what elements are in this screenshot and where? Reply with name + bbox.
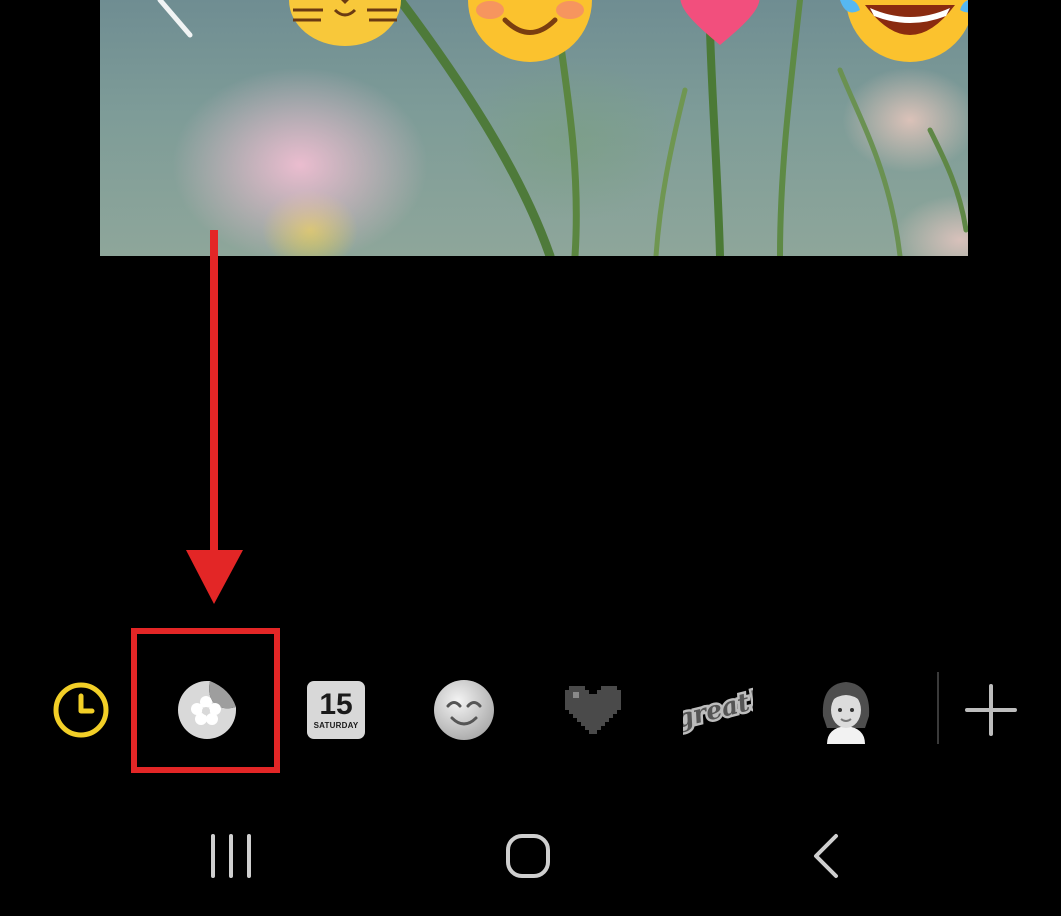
annotation-arrow	[186, 230, 243, 604]
plus-icon	[965, 684, 1017, 736]
avatar-sticker-tab[interactable]	[811, 680, 881, 744]
recent-apps-button[interactable]	[191, 820, 271, 892]
emoji-sticker-tab[interactable]	[429, 680, 499, 740]
back-icon	[814, 834, 838, 878]
clock-icon	[53, 682, 109, 738]
great-text-label: great!	[683, 684, 753, 734]
text-sticker-tab[interactable]: great! great!	[683, 680, 753, 740]
selection-highlight-box	[131, 628, 280, 773]
avatar-icon	[822, 682, 870, 744]
home-icon	[506, 834, 550, 878]
back-button[interactable]	[786, 820, 866, 892]
great-text-icon: great! great!	[683, 681, 753, 736]
calendar-weekday: SATURDAY	[313, 720, 359, 730]
toolbar-divider	[937, 672, 939, 744]
add-sticker-button[interactable]	[956, 680, 1026, 740]
calendar-sticker-tab[interactable]: 15 SATURDAY	[301, 680, 371, 740]
calendar-day: 15	[319, 687, 353, 721]
calendar-icon: 15 SATURDAY	[307, 681, 365, 739]
heart-sticker-tab[interactable]	[558, 680, 628, 740]
pixel-heart-icon	[565, 686, 621, 734]
smiley-icon	[434, 680, 494, 740]
recent-stickers-tab[interactable]	[46, 680, 116, 740]
recent-apps-icon	[211, 834, 251, 878]
home-button[interactable]	[488, 820, 568, 892]
